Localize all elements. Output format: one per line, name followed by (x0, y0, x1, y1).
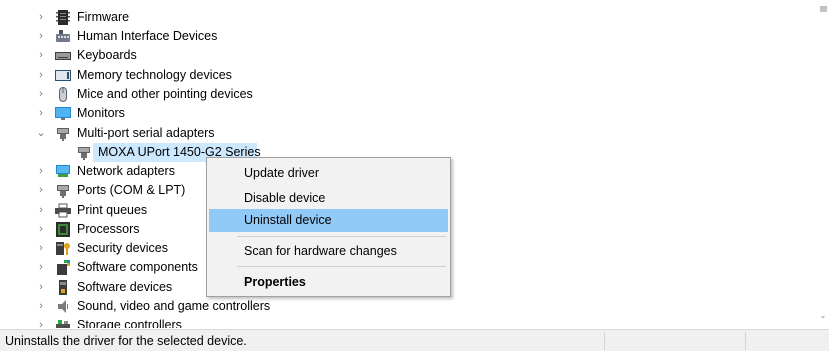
tree-item-label: Sound, video and game controllers (77, 299, 271, 313)
tree-item-label: Software components (77, 260, 198, 274)
menu-separator (237, 236, 446, 237)
tree-item-label: Memory technology devices (77, 68, 232, 82)
software-component-icon (57, 260, 70, 275)
storage-controller-icon (56, 320, 70, 328)
tree-item-label: Multi-port serial adapters (77, 126, 215, 140)
menu-item-label: Scan for hardware changes (244, 244, 397, 258)
monitor-icon (55, 107, 71, 120)
expand-chevron-icon[interactable]: › (36, 27, 46, 46)
serial-port-icon (78, 147, 90, 160)
keyboard-icon (55, 52, 71, 60)
expand-chevron-icon[interactable]: › (36, 201, 46, 220)
expand-chevron-icon[interactable]: › (36, 85, 46, 104)
expand-chevron-icon[interactable]: › (36, 104, 46, 123)
expand-chevron-icon[interactable]: › (36, 181, 46, 200)
status-bar: Uninstalls the driver for the selected d… (0, 329, 829, 351)
expand-chevron-icon[interactable]: › (36, 162, 46, 181)
collapse-chevron-icon[interactable]: ⌄ (36, 124, 46, 143)
menu-separator (237, 266, 446, 267)
speaker-icon (58, 300, 68, 313)
printer-icon (55, 203, 71, 218)
serial-port-icon (57, 185, 69, 198)
context-menu: Update driver Disable device Uninstall d… (206, 157, 451, 297)
menu-item-label: Uninstall device (244, 213, 332, 227)
expand-chevron-icon[interactable]: › (36, 239, 46, 258)
expand-chevron-icon[interactable]: › (36, 66, 46, 85)
menu-item-label: Disable device (244, 191, 326, 205)
expand-chevron-icon[interactable]: › (36, 220, 46, 239)
tree-item-label: Security devices (77, 241, 169, 255)
menu-item-scan-for-hardware-changes[interactable]: Scan for hardware changes (209, 240, 448, 263)
menu-item-label: Update driver (244, 166, 320, 180)
tree-item-label: Mice and other pointing devices (77, 87, 253, 101)
expand-chevron-icon[interactable]: › (36, 46, 46, 65)
expand-chevron-icon[interactable]: › (36, 297, 46, 316)
menu-item-uninstall-device[interactable]: Uninstall device (209, 209, 448, 232)
menu-item-update-driver[interactable]: Update driver (209, 162, 448, 185)
serial-port-icon (57, 128, 69, 141)
tree-item-label: Software devices (77, 280, 173, 294)
network-adapter-icon (56, 165, 70, 177)
tree-item-label: Processors (77, 222, 140, 236)
vertical-scrollbar[interactable]: ⌄ (817, 0, 829, 328)
tree-item-label: Firmware (77, 10, 130, 24)
software-device-icon (59, 280, 67, 295)
menu-item-label: Properties (244, 275, 306, 289)
mouse-icon (59, 87, 67, 102)
processor-icon (56, 222, 70, 237)
expand-chevron-icon[interactable]: › (36, 8, 46, 27)
tree-item-label: Ports (COM & LPT) (77, 183, 186, 197)
status-divider (745, 332, 746, 350)
scrollbar-thumb[interactable] (820, 6, 827, 12)
memory-card-icon (55, 70, 71, 81)
tree-item-label: Human Interface Devices (77, 29, 218, 43)
security-device-icon (56, 242, 70, 255)
tree-item-label: Monitors (77, 106, 125, 120)
expand-chevron-icon[interactable]: › (36, 278, 46, 297)
status-text: Uninstalls the driver for the selected d… (5, 334, 247, 348)
expand-chevron-icon[interactable]: › (36, 258, 46, 277)
expand-chevron-icon[interactable]: › (36, 316, 46, 328)
menu-item-disable-device[interactable]: Disable device (209, 187, 448, 210)
scroll-down-arrow-icon[interactable]: ⌄ (819, 312, 827, 320)
status-divider (604, 332, 605, 350)
hid-icon (56, 30, 70, 42)
tree-item-label: Network adapters (77, 164, 175, 178)
tree-item-label: Storage controllers (77, 318, 182, 328)
firmware-icon (56, 10, 70, 25)
tree-item-label: Print queues (77, 203, 148, 217)
menu-item-properties[interactable]: Properties (209, 271, 448, 294)
tree-item-label: Keyboards (77, 48, 137, 62)
